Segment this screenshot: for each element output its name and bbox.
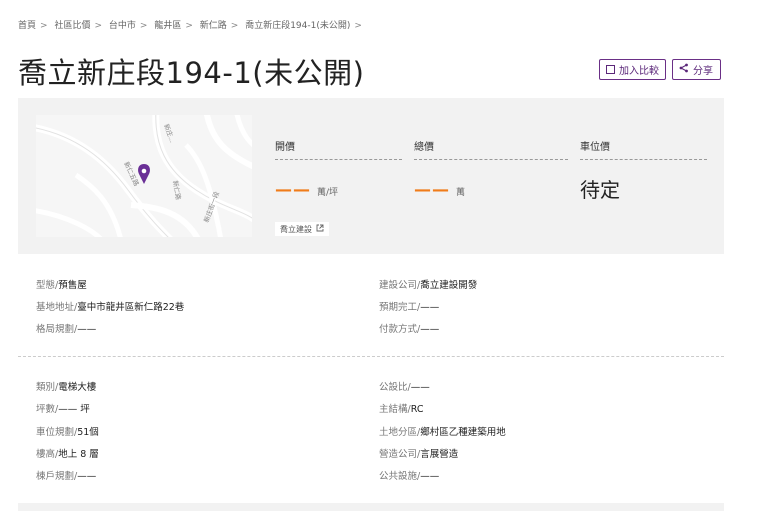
- total-price-label: 總價: [414, 138, 568, 160]
- share-button[interactable]: 分享: [672, 59, 721, 80]
- parking-price: 車位價 待定: [580, 138, 707, 203]
- parking-price-value: 待定: [580, 178, 620, 202]
- detail-structure: 主結構/RC: [379, 404, 424, 415]
- summary-panel: 新庄... 新仁五路 新仁路 新庄街一段 開價 —— 萬/坪 總價 —— 萬 車…: [18, 98, 724, 254]
- parking-price-label: 車位價: [580, 138, 707, 160]
- breadcrumb-district[interactable]: 龍井區: [154, 21, 181, 31]
- detail-payment: 付款方式/——: [379, 324, 440, 335]
- total-price: 總價 —— 萬: [414, 138, 568, 200]
- detail-completion: 預期完工/——: [379, 302, 440, 313]
- total-price-value: ——: [414, 180, 450, 200]
- total-price-unit: 萬: [456, 188, 466, 198]
- breadcrumb-road[interactable]: 新仁路: [200, 21, 227, 31]
- breadcrumb-project[interactable]: 喬立新庄段194-1(未公開): [245, 21, 350, 31]
- add-compare-label: 加入比較: [619, 66, 659, 77]
- next-section-bar: [18, 503, 724, 511]
- detail-facilities: 公共設施/——: [379, 471, 440, 482]
- open-price-unit: 萬/坪: [317, 188, 339, 198]
- open-price-value: ——: [275, 180, 311, 200]
- checkbox-icon: [606, 65, 615, 74]
- detail-type: 型態/預售屋: [36, 280, 87, 291]
- breadcrumb-city[interactable]: 台中市: [109, 21, 136, 31]
- section-divider: [18, 356, 724, 357]
- detail-layout: 格局規劃/——: [36, 324, 97, 335]
- detail-developer: 建設公司/喬立建設開發: [379, 280, 478, 291]
- breadcrumb: 首頁 > 社區比價 > 台中市 > 龍井區 > 新仁路 > 喬立新庄段194-1(未公開)…: [18, 21, 362, 31]
- add-compare-button[interactable]: 加入比較: [599, 59, 666, 80]
- open-price-label: 開價: [275, 138, 402, 160]
- page-title: 喬立新庄段194-1(未公開): [18, 56, 365, 90]
- breadcrumb-home[interactable]: 首頁: [18, 21, 36, 31]
- detail-area: 坪數/—— 坪: [36, 404, 90, 415]
- location-map[interactable]: 新庄... 新仁五路 新仁路 新庄街一段: [36, 115, 252, 237]
- breadcrumb-community-price[interactable]: 社區比價: [54, 21, 90, 31]
- detail-address: 基地地址/臺中市龍井區新仁路22巷: [36, 302, 185, 313]
- detail-floors: 樓高/地上 8 層: [36, 449, 99, 460]
- open-price: 開價 —— 萬/坪: [275, 138, 402, 200]
- developer-link-label: 喬立建設: [280, 224, 312, 234]
- detail-land-zoning: 土地分區/鄉村區乙種建築用地: [379, 427, 506, 438]
- developer-link[interactable]: 喬立建設: [275, 222, 329, 236]
- detail-parking-plan: 車位規劃/51個: [36, 427, 99, 438]
- share-label: 分享: [693, 66, 713, 77]
- external-link-icon: [316, 224, 324, 234]
- detail-category: 類別/電梯大樓: [36, 382, 97, 393]
- detail-constructor: 營造公司/言展營造: [379, 449, 459, 460]
- share-icon: [679, 63, 689, 76]
- detail-public-ratio: 公設比/——: [379, 382, 430, 393]
- detail-units: 棟戶規劃/——: [36, 471, 97, 482]
